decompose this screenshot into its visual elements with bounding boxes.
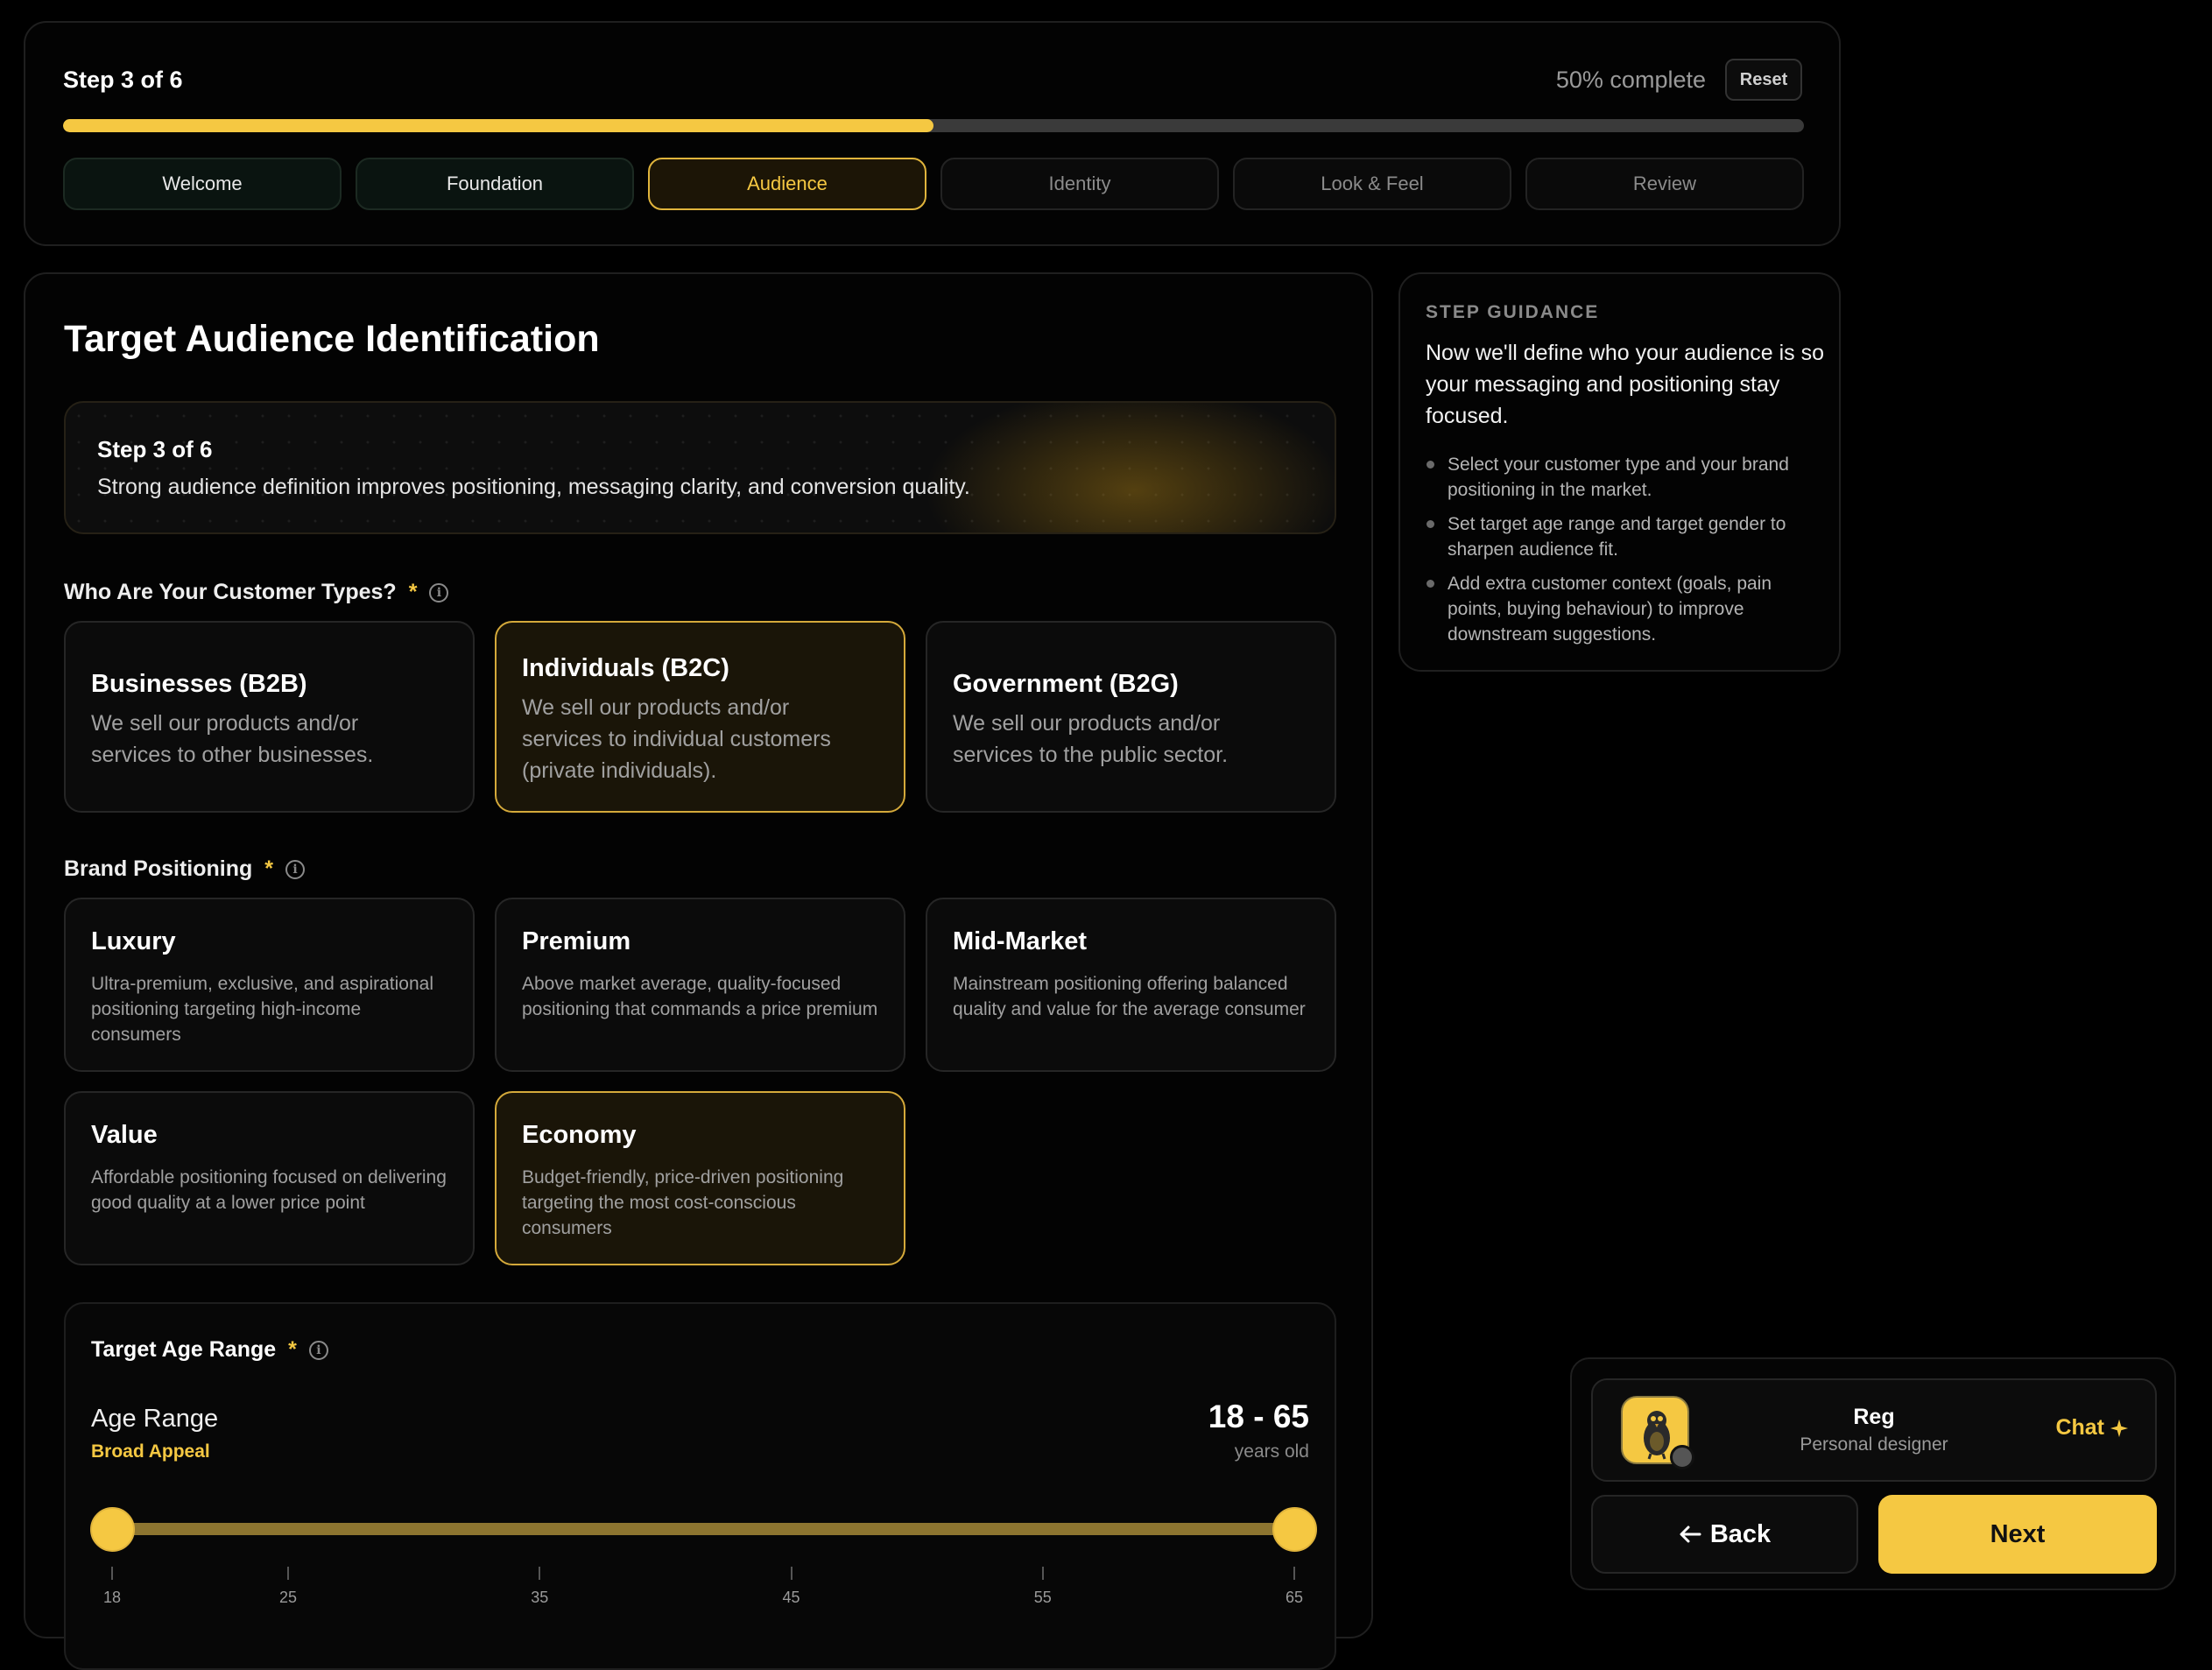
positioning-premium[interactable]: Premium Above market average, quality-fo…	[495, 898, 905, 1072]
age-range-label-text: Target Age Range	[91, 1337, 277, 1362]
option-description: We sell our products and/or services to …	[91, 711, 374, 767]
required-marker: *	[264, 856, 274, 881]
next-button[interactable]: Next	[1878, 1495, 2157, 1574]
option-title: Government (B2G)	[953, 670, 1179, 698]
age-range-unit: years old	[1234, 1441, 1309, 1462]
option-title: Businesses (B2B)	[91, 670, 307, 698]
banner-text: Strong audience definition improves posi…	[97, 475, 970, 499]
age-slider-min-handle[interactable]	[90, 1507, 135, 1552]
positioning-mid-market[interactable]: Mid-Market Mainstream positioning offeri…	[926, 898, 1336, 1072]
info-icon[interactable]: i	[285, 859, 306, 879]
age-range-value: 18 - 65	[1208, 1399, 1309, 1434]
option-title: Value	[91, 1121, 158, 1149]
required-marker: *	[288, 1337, 297, 1362]
info-icon[interactable]: i	[429, 582, 449, 602]
chat-button[interactable]: Chat	[2055, 1415, 2129, 1441]
slider-tick-label: 45	[782, 1589, 800, 1606]
guidance-heading: STEP GUIDANCE	[1426, 302, 1600, 322]
positioning-economy[interactable]: Economy Budget-friendly, price-driven po…	[495, 1091, 905, 1265]
assistant-dock: Reg Personal designer Chat Back Next	[1570, 1357, 2176, 1590]
info-icon[interactable]: i	[308, 1340, 328, 1360]
option-title: Premium	[522, 927, 631, 955]
step-tab-look-and-feel[interactable]: Look & Feel	[1233, 158, 1511, 210]
age-range-sublabel: Age Range	[91, 1405, 219, 1433]
progress-bar	[63, 119, 1804, 132]
slider-tick-label: 65	[1285, 1589, 1304, 1606]
positioning-luxury[interactable]: Luxury Ultra-premium, exclusive, and asp…	[64, 898, 475, 1072]
option-description: Above market average, quality-focused po…	[522, 974, 878, 1019]
audience-form: Target Audience Identification Step 3 of…	[24, 272, 1373, 1670]
step-banner: Step 3 of 6 Strong audience definition i…	[64, 401, 1336, 534]
back-label: Back	[1709, 1519, 1772, 1548]
step-counter: Step 3 of 6	[63, 67, 183, 93]
age-slider-track[interactable]	[112, 1523, 1294, 1535]
option-description: Affordable positioning focused on delive…	[91, 1167, 447, 1213]
sparkle-icon	[2110, 1419, 2129, 1437]
guidance-item: Set target age range and target gender t…	[1426, 511, 1824, 562]
slider-tick-label: 25	[279, 1589, 298, 1606]
progress-card: Step 3 of 6 50% complete Reset Welcome F…	[24, 21, 1841, 246]
option-description: We sell our products and/or services to …	[953, 711, 1229, 767]
age-range-card: Target Age Range * i Age Range Broad App…	[64, 1302, 1336, 1670]
slider-tick-label: 18	[102, 1589, 122, 1606]
age-slider-max-handle[interactable]	[1272, 1507, 1317, 1552]
slider-tick	[287, 1567, 290, 1580]
assistant-card: Reg Personal designer Chat	[1591, 1378, 2157, 1482]
guidance-intro: Now we'll define who your audience is so…	[1426, 341, 1825, 428]
back-button[interactable]: Back	[1591, 1495, 1858, 1574]
brand-positioning-label: Brand Positioning * i	[64, 856, 306, 882]
option-description: We sell our products and/or services to …	[522, 695, 831, 783]
step-guidance-panel: STEP GUIDANCE Now we'll define who your …	[1398, 272, 1841, 672]
slider-tick	[1041, 1567, 1044, 1580]
brand-positioning-label-text: Brand Positioning	[64, 856, 253, 881]
step-tabs: Welcome Foundation Audience Identity Loo…	[63, 158, 1804, 210]
option-title: Individuals (B2C)	[522, 654, 729, 682]
customer-type-b2c[interactable]: Individuals (B2C) We sell our products a…	[495, 621, 905, 813]
appeal-badge: Broad Appeal	[91, 1441, 210, 1462]
slider-tick-label: 35	[531, 1589, 549, 1606]
step-tab-welcome[interactable]: Welcome	[63, 158, 342, 210]
arrow-left-icon	[1680, 1526, 1701, 1543]
guidance-item: Add extra customer context (goals, pain …	[1426, 571, 1824, 647]
step-tab-identity[interactable]: Identity	[940, 158, 1219, 210]
required-marker: *	[408, 580, 418, 604]
banner-title: Step 3 of 6	[97, 436, 213, 462]
customer-types-label: Who Are Your Customer Types? * i	[64, 580, 449, 605]
option-title: Economy	[522, 1121, 637, 1149]
step-tab-review[interactable]: Review	[1525, 158, 1804, 210]
percent-complete: 50% complete	[1555, 67, 1706, 93]
slider-tick	[1293, 1567, 1295, 1580]
customer-types-label-text: Who Are Your Customer Types?	[64, 580, 397, 604]
option-title: Luxury	[91, 927, 176, 955]
slider-tick	[790, 1567, 793, 1580]
option-description: Mainstream positioning offering balanced…	[953, 974, 1306, 1019]
guidance-item: Select your customer type and your brand…	[1426, 452, 1824, 503]
age-range-label: Target Age Range * i	[91, 1337, 328, 1363]
customer-type-b2g[interactable]: Government (B2G) We sell our products an…	[926, 621, 1336, 813]
option-title: Mid-Market	[953, 927, 1088, 955]
option-description: Ultra-premium, exclusive, and aspiration…	[91, 974, 433, 1045]
chat-label: Chat	[2055, 1415, 2104, 1440]
positioning-value[interactable]: Value Affordable positioning focused on …	[64, 1091, 475, 1265]
progress-bar-fill	[63, 119, 933, 132]
slider-tick	[539, 1567, 541, 1580]
step-tab-foundation[interactable]: Foundation	[356, 158, 634, 210]
guidance-list: Select your customer type and your brand…	[1426, 452, 1824, 656]
step-tab-audience[interactable]: Audience	[648, 158, 926, 210]
reset-button[interactable]: Reset	[1725, 59, 1802, 101]
customer-type-b2b[interactable]: Businesses (B2B) We sell our products an…	[64, 621, 475, 813]
slider-tick	[111, 1567, 113, 1580]
slider-tick-label: 55	[1033, 1589, 1052, 1606]
page-title: Target Audience Identification	[64, 318, 600, 360]
option-description: Budget-friendly, price-driven positionin…	[522, 1167, 844, 1238]
